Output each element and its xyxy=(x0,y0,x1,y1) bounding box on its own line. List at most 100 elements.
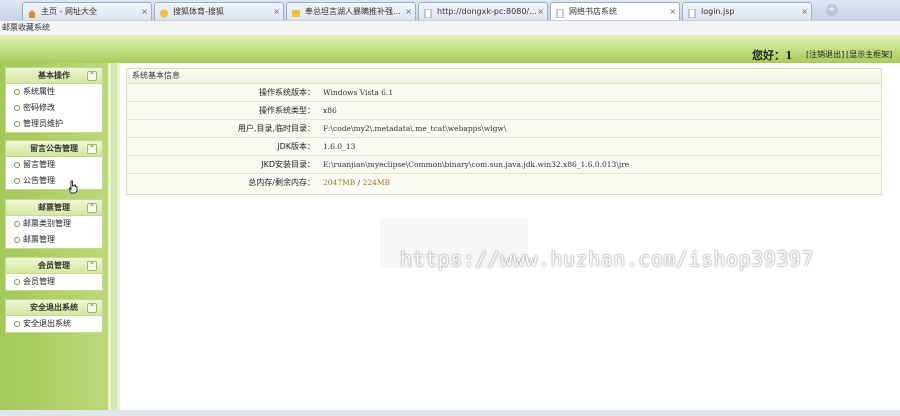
frame-splitter[interactable] xyxy=(108,63,120,416)
row-label: 操作系统类型： xyxy=(259,106,315,115)
bullet-icon xyxy=(14,104,20,111)
tab-label: 奉总坦言湖人暴瞒推补强... xyxy=(305,7,401,16)
sidebar-item-label: 留言管理 xyxy=(23,160,55,169)
row-label: JKD安装目录： xyxy=(261,160,315,169)
sidebar-item-label: 系统属性 xyxy=(23,87,55,96)
sidebar-item-label: 会员管理 xyxy=(23,277,55,286)
bullet-icon xyxy=(14,177,20,184)
splitter-bar xyxy=(111,63,117,416)
hand-cursor-icon xyxy=(68,180,78,194)
sidebar-item-label: 邮票管理 xyxy=(23,235,55,244)
sidebar-item-messages[interactable]: 留言管理 xyxy=(6,157,102,173)
browser-tab-news[interactable]: 奉总坦言湖人暴瞒推补强... × xyxy=(286,2,416,20)
memory-total: 2047MB xyxy=(323,178,356,187)
table-row: 用户,目录,临时目录： F:\code\my2\.metadata\.me_tc… xyxy=(127,120,881,138)
home-icon xyxy=(27,7,37,18)
new-tab-icon[interactable]: + xyxy=(826,4,838,16)
sohu-icon xyxy=(159,7,169,18)
table-row: JDK版本： 1.6.0_13 xyxy=(127,138,881,156)
tab-label: http://dongxk-pc:8080/... xyxy=(437,7,537,16)
row-value: F:\code\my2\.metadata\.me_tcat\webapps\w… xyxy=(323,124,507,133)
row-value: E:\ruanjian\myeclipse\Common\binary\com.… xyxy=(323,160,630,169)
sidebar-panel-members: 会员管理 ^ 会员管理 xyxy=(5,257,103,291)
sidebar-item-label: 安全退出系统 xyxy=(23,319,71,328)
panel-header[interactable]: 安全退出系统 ^ xyxy=(6,300,102,316)
sidebar-panel-logout: 安全退出系统 ^ 安全退出系统 xyxy=(5,299,103,333)
collapse-icon[interactable]: ^ xyxy=(87,203,97,213)
row-value: Windows Vista 6.1 xyxy=(323,88,394,97)
bullet-icon xyxy=(14,161,20,168)
close-icon[interactable]: × xyxy=(537,3,544,20)
browser-tab-active[interactable]: 网络书店系统 × xyxy=(550,2,680,20)
panel-header[interactable]: 会员管理 ^ xyxy=(6,258,102,274)
close-icon[interactable]: × xyxy=(801,3,808,20)
panel-title: 会员管理 xyxy=(38,261,70,270)
browser-tab-login[interactable]: login.jsp × xyxy=(682,2,812,20)
sidebar-item-stamps[interactable]: 邮票管理 xyxy=(6,232,102,248)
sidebar-item-stamp-categories[interactable]: 邮票类别管理 xyxy=(6,216,102,232)
close-icon[interactable]: × xyxy=(141,3,148,20)
news-icon xyxy=(291,7,301,17)
tab-label: login.jsp xyxy=(701,7,735,16)
panel-title: 邮票管理 xyxy=(38,203,70,212)
show-main-frame-link[interactable]: [显示主框架] xyxy=(846,49,892,60)
close-icon[interactable]: × xyxy=(405,3,412,20)
panel-title: 安全退出系统 xyxy=(30,303,78,312)
sidebar-item-label: 公告管理 xyxy=(23,176,55,185)
sidebar-item-label: 密码修改 xyxy=(23,103,55,112)
sidebar-panel-stamps: 邮票管理 ^ 邮票类别管理 邮票管理 xyxy=(5,199,103,249)
collapse-icon[interactable]: ^ xyxy=(87,71,97,81)
status-bar xyxy=(0,410,900,416)
page-icon xyxy=(687,7,697,19)
sidebar-item-label: 邮票类别管理 xyxy=(23,219,71,228)
row-label: JDK版本： xyxy=(277,142,315,151)
table-row: JKD安装目录： E:\ruanjian\myeclipse\Common\bi… xyxy=(127,156,881,174)
sidebar-item-members[interactable]: 会员管理 xyxy=(6,274,102,290)
collapse-icon[interactable]: ^ xyxy=(87,261,97,271)
tab-label: 网络书店系统 xyxy=(569,7,617,16)
collapse-icon[interactable]: ^ xyxy=(87,303,97,313)
row-value: 2047MB / 224MB xyxy=(323,174,390,191)
sidebar-item-admin[interactable]: 管理员维护 xyxy=(6,116,102,132)
memory-separator: / xyxy=(355,178,363,187)
tab-label: 主页 - 网址大全 xyxy=(41,7,97,16)
panel-title: 基本操作 xyxy=(38,71,70,80)
table-row: 总内存/剩余内存： 2047MB / 224MB xyxy=(127,174,881,191)
sidebar-panel-basic: 基本操作 ^ 系统属性 密码修改 管理员维护 xyxy=(5,67,103,133)
sidebar-item-safe-exit[interactable]: 安全退出系统 xyxy=(6,316,102,332)
row-value: 1.6.0_13 xyxy=(323,142,356,151)
sysinfo-panel: 系统基本信息 操作系统版本： Windows Vista 6.1 操作系统类型：… xyxy=(126,68,882,195)
sidebar-item-password[interactable]: 密码修改 xyxy=(6,100,102,116)
watermark-text: https://www.huzhan.com/ishop39397 xyxy=(400,247,814,271)
greeting-text: 您好：1 xyxy=(752,49,793,62)
sidebar-item-label: 管理员维护 xyxy=(23,119,63,128)
sidebar: 基本操作 ^ 系统属性 密码修改 管理员维护 留言公告管理 ^ 留言管理 公告管理 … xyxy=(0,63,108,416)
panel-header[interactable]: 基本操作 ^ xyxy=(6,68,102,84)
sidebar-panel-messages: 留言公告管理 ^ 留言管理 公告管理 xyxy=(5,140,103,190)
row-label: 总内存/剩余内存： xyxy=(248,178,315,187)
panel-title: 留言公告管理 xyxy=(30,144,78,153)
collapse-icon[interactable]: ^ xyxy=(87,144,97,154)
panel-header[interactable]: 邮票管理 ^ xyxy=(6,200,102,216)
browser-tab-home[interactable]: 主页 - 网址大全 × xyxy=(22,2,152,20)
browser-tab-sohu[interactable]: 搜狐体育-搜狐 × xyxy=(154,2,284,20)
close-icon[interactable]: × xyxy=(669,3,676,20)
logout-link[interactable]: [注销退出] xyxy=(806,49,844,60)
sidebar-item-system-props[interactable]: 系统属性 xyxy=(6,84,102,100)
close-icon[interactable]: × xyxy=(273,3,280,20)
bullet-icon xyxy=(14,220,20,227)
sysinfo-title: 系统基本信息 xyxy=(127,69,881,84)
user-bar: 您好：1 [注销退出] [显示主框架] xyxy=(0,43,900,63)
panel-header[interactable]: 留言公告管理 ^ xyxy=(6,141,102,157)
row-value: x86 xyxy=(323,106,337,115)
bullet-icon xyxy=(14,120,20,127)
browser-tab-bar: 主页 - 网址大全 × 搜狐体育-搜狐 × 奉总坦言湖人暴瞒推补强... × h… xyxy=(0,0,900,22)
bullet-icon xyxy=(14,88,20,95)
table-row: 操作系统类型： x86 xyxy=(127,102,881,120)
bullet-icon xyxy=(14,236,20,243)
browser-tab-url[interactable]: http://dongxk-pc:8080/... × xyxy=(418,2,548,20)
table-row: 操作系统版本： Windows Vista 6.1 xyxy=(127,84,881,102)
tab-label: 搜狐体育-搜狐 xyxy=(173,7,224,16)
sidebar-item-announcements[interactable]: 公告管理 xyxy=(6,173,102,189)
page-icon xyxy=(555,7,565,19)
